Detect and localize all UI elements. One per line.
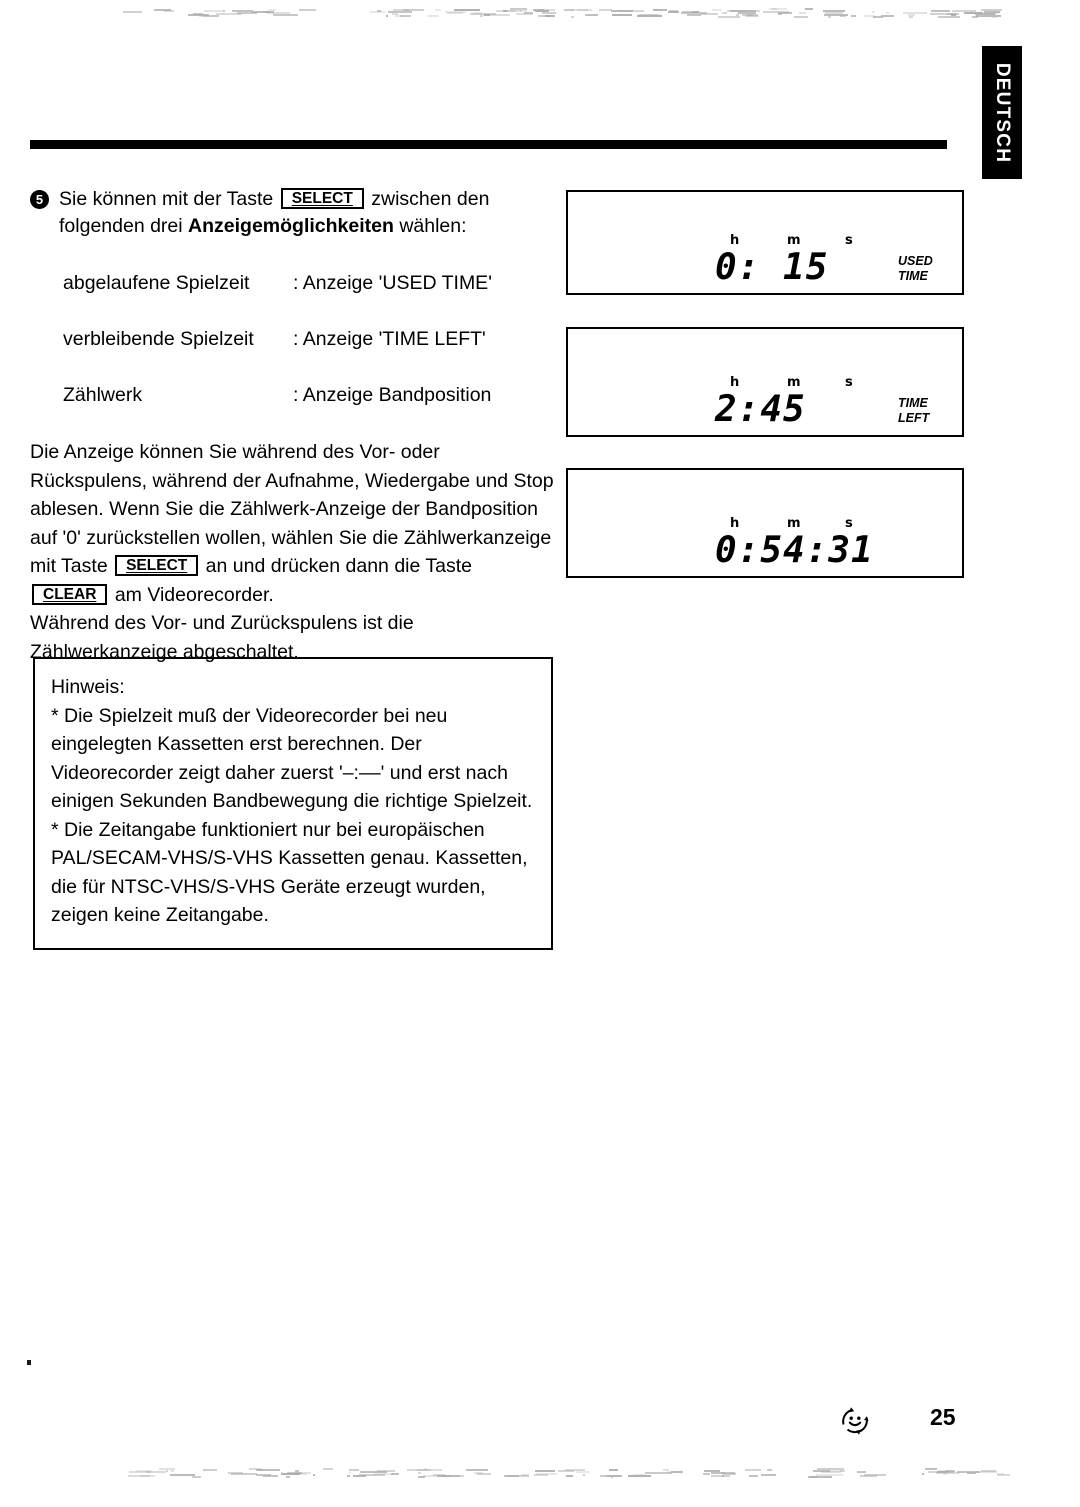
display-value: 0:54:31 — [711, 531, 886, 571]
unit-minutes-label: m — [787, 233, 801, 248]
body-part-3: am Videorecorder. — [114, 583, 274, 606]
select-key-button[interactable]: SELECT — [280, 188, 364, 209]
note-box: Hinweis: * Die Spielzeit muß der Videore… — [33, 657, 553, 950]
definition-description: : Anzeige 'USED TIME' — [293, 272, 492, 294]
clear-key-button[interactable]: CLEAR — [32, 583, 108, 605]
scan-artifact-top — [0, 8, 1080, 22]
unit-minutes-label: m — [787, 375, 801, 390]
display-readout: h m s 0: 15 — [711, 232, 886, 288]
unit-labels: h m s — [711, 515, 886, 531]
step-item: 5 Sie können mit der Taste SELECT zwisch… — [30, 186, 555, 240]
note-heading: Hinweis: — [51, 676, 125, 698]
display-content: h m s 2:45 TIME LEFT — [711, 374, 950, 430]
time-left-display: h m s 2:45 TIME LEFT — [566, 327, 964, 437]
display-value: 2:45 — [711, 390, 886, 430]
unit-labels: h m s — [711, 374, 886, 390]
content-column: 5 Sie können mit der Taste SELECT zwisch… — [30, 186, 555, 666]
display-content: h m s 0:54:31 — [711, 515, 950, 571]
unit-seconds-label: s — [845, 516, 853, 531]
display-value: 0: 15 — [711, 248, 886, 288]
display-readout: h m s 2:45 — [711, 374, 886, 430]
manual-page: DEUTSCH 5 Sie können mit der Taste SELEC… — [0, 0, 1080, 1507]
display-readout: h m s 0:54:31 — [711, 515, 886, 571]
unit-seconds-label: s — [845, 233, 853, 248]
body-part-2: an und drücken dann die Taste — [205, 555, 473, 577]
list-item: abgelaufene Spielzeit : Anzeige 'USED TI… — [63, 270, 555, 297]
unit-minutes-label: m — [787, 516, 801, 531]
display-content: h m s 0: 15 USED TIME — [711, 232, 950, 288]
list-item: verbleibende Spielzeit : Anzeige 'TIME L… — [63, 326, 555, 353]
select-key-button[interactable]: SELECT — [115, 555, 199, 576]
language-tab-deutsch: DEUTSCH — [982, 46, 1022, 179]
note-item: * Die Zeitangabe funktioniert nur bei eu… — [51, 818, 528, 927]
used-time-display: h m s 0: 15 USED TIME — [566, 190, 964, 295]
list-item: Zählwerk : Anzeige Bandposition — [63, 382, 555, 409]
page-number: 25 — [930, 1404, 956, 1430]
unit-hours-label: h — [730, 516, 740, 531]
tape-counter-display: h m s 0:54:31 — [566, 468, 964, 578]
scan-artifact-dot — [27, 1360, 31, 1365]
unit-seconds-label: s — [845, 375, 853, 390]
unit-hours-label: h — [730, 375, 740, 390]
header-rule — [30, 140, 947, 149]
body-paragraph-main: Die Anzeige können Sie während des Vor- … — [30, 438, 555, 609]
definition-term: verbleibende Spielzeit — [63, 328, 254, 350]
definition-term: Zählwerk — [63, 384, 143, 406]
definition-description: : Anzeige 'TIME LEFT' — [293, 328, 486, 350]
note-item: * Die Spielzeit muß der Videorecorder be… — [51, 704, 533, 813]
smiley-recycle-icon — [838, 1404, 872, 1438]
unit-hours-label: h — [730, 233, 740, 248]
unit-labels: h m s — [711, 232, 886, 248]
step-text: Sie können mit der Taste SELECT zwischen… — [59, 186, 555, 240]
step-text-end: wählen: — [399, 215, 467, 237]
language-tab-label: DEUTSCH — [992, 62, 1013, 163]
display-mode-label: TIME LEFT — [898, 396, 930, 425]
display-mode-list: abgelaufene Spielzeit : Anzeige 'USED TI… — [63, 270, 555, 409]
step-text-before: Sie können mit der Taste — [59, 188, 274, 210]
definition-term: abgelaufene Spielzeit — [63, 272, 250, 294]
display-mode-label: USED TIME — [898, 254, 933, 283]
step-bold-term: Anzeigemöglichkeiten — [188, 215, 394, 237]
scan-artifact-bottom — [0, 1468, 1080, 1482]
definition-description: : Anzeige Bandposition — [293, 384, 492, 406]
body-text: Die Anzeige können Sie während des Vor- … — [30, 438, 555, 666]
step-number-badge: 5 — [30, 190, 49, 209]
